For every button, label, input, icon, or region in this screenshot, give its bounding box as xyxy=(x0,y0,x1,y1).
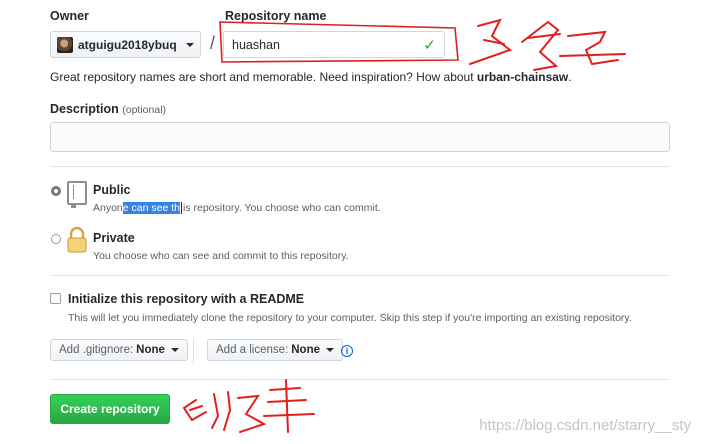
handwriting-repo-name xyxy=(469,18,626,71)
watermark: https://blog.csdn.net/starry__sty xyxy=(479,417,691,434)
highlight-box xyxy=(219,21,459,63)
annotation-layer xyxy=(182,18,626,433)
handwriting-create xyxy=(182,379,315,433)
